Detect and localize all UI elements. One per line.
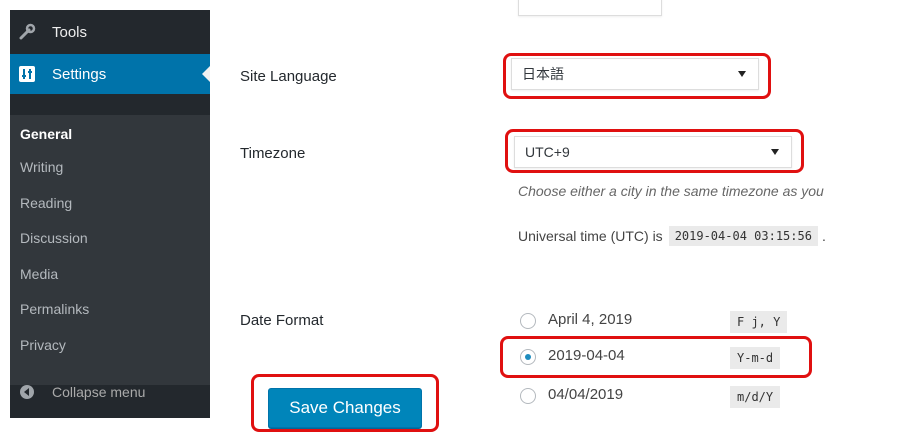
highlight-site-language — [503, 53, 771, 99]
date-format-radio-3[interactable] — [520, 388, 536, 404]
date-format-option-1-code: F j, Y — [730, 311, 788, 333]
settings-sliders-icon — [16, 66, 38, 82]
submenu-item-permalinks[interactable]: Permalinks — [20, 299, 89, 319]
utc-time-text: Universal time (UTC) is — [518, 228, 663, 244]
date-format-label: Date Format — [240, 312, 324, 329]
submenu-item-media[interactable]: Media — [20, 264, 58, 284]
previous-field-input[interactable] — [518, 0, 662, 16]
date-format-radio-1[interactable] — [520, 313, 536, 329]
wrench-icon — [16, 23, 38, 41]
timezone-label: Timezone — [240, 145, 306, 162]
menu-item-settings[interactable]: Settings — [10, 54, 210, 94]
highlight-save-button — [251, 374, 439, 432]
collapse-menu-label: Collapse menu — [52, 384, 146, 400]
utc-time-line: Universal time (UTC) is 2019-04-04 03:15… — [518, 226, 826, 246]
utc-time-suffix: . — [821, 228, 826, 244]
menu-item-settings-label: Settings — [52, 65, 107, 83]
submenu-item-general[interactable]: General — [20, 124, 72, 144]
highlight-timezone — [505, 129, 804, 173]
utc-time-value: 2019-04-04 03:15:56 — [668, 226, 818, 246]
collapse-menu-button[interactable]: Collapse menu — [10, 368, 210, 416]
collapse-arrow-icon — [20, 385, 34, 399]
date-format-option-3-code: m/d/Y — [730, 386, 781, 408]
admin-sidebar: Tools Settings General Writing Reading D… — [10, 10, 210, 418]
submenu-item-discussion[interactable]: Discussion — [20, 228, 88, 248]
date-format-option-3-label[interactable]: 04/04/2019 — [548, 386, 623, 403]
date-format-option-1-label[interactable]: April 4, 2019 — [548, 311, 632, 328]
timezone-description: Choose either a city in the same timezon… — [518, 183, 824, 199]
submenu-item-writing[interactable]: Writing — [20, 157, 63, 177]
settings-submenu: General Writing Reading Discussion Media… — [10, 115, 210, 385]
menu-item-tools-label: Tools — [52, 23, 88, 41]
menu-item-tools[interactable]: Tools — [10, 12, 210, 52]
highlight-date-format — [500, 336, 812, 378]
site-language-label: Site Language — [240, 68, 337, 85]
submenu-item-reading[interactable]: Reading — [20, 193, 72, 213]
submenu-item-privacy[interactable]: Privacy — [20, 335, 66, 355]
